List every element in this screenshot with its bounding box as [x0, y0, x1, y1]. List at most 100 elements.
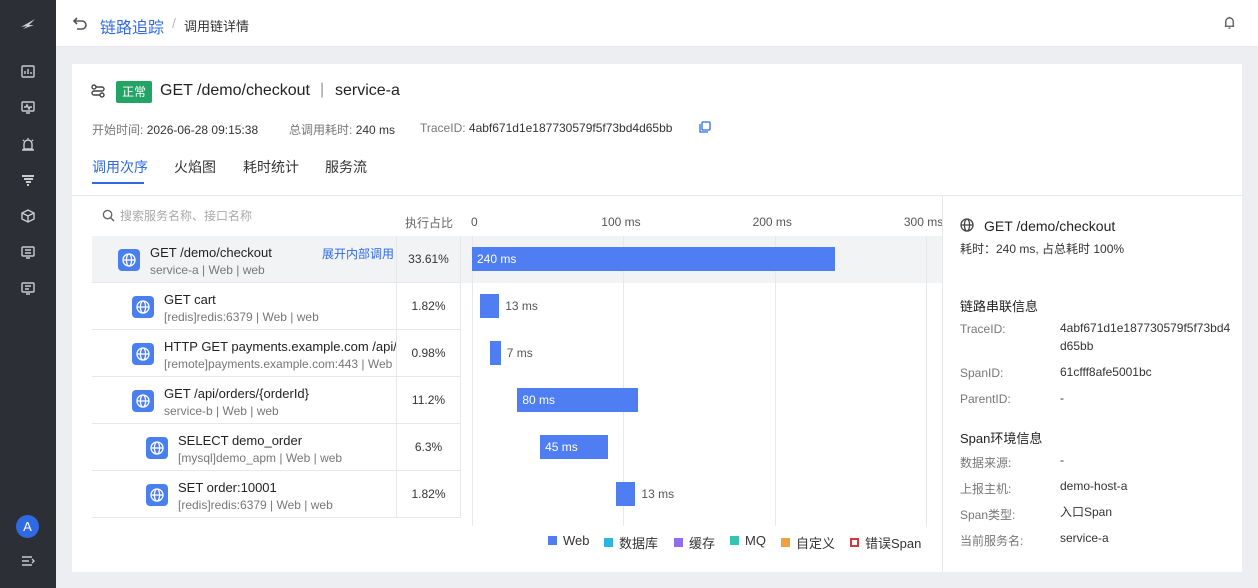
span-duration-label: 13 ms: [641, 487, 675, 501]
web-span-icon: [146, 484, 168, 506]
tab-service-flow[interactable]: 服务流: [325, 157, 367, 177]
span-ratio: 6.3%: [397, 424, 461, 470]
table-row[interactable]: SET order:10001 [redis]redis:6379 | Web |…: [92, 471, 461, 518]
topbar: 链路追踪 / 调用链详情: [56, 0, 1258, 47]
table-row[interactable]: GET /api/orders/{orderId} service-b | Web…: [92, 377, 461, 424]
span-meta: service-a | Web | web: [150, 263, 265, 277]
span-ratio: 11.2%: [397, 377, 461, 423]
avatar[interactable]: A: [16, 515, 39, 538]
span-duration-bar[interactable]: [479, 294, 500, 318]
span-ratio: 1.82%: [397, 471, 461, 517]
span-meta: [redis]redis:6379 | Web | web: [164, 310, 319, 324]
detail-field-value: service-a: [1060, 531, 1109, 545]
span-meta: [remote]payments.example.com:443 | Web |…: [164, 357, 396, 371]
span-duration-bar[interactable]: [615, 482, 636, 506]
legend-label: 缓存: [689, 536, 716, 551]
detail-section-title: Span环境信息: [960, 431, 1043, 446]
legend-item: 自定义: [781, 533, 835, 552]
detail-field-label: TraceID:: [960, 322, 1006, 336]
start-time: 开始时间: 2026-06-28 09:15:38: [92, 121, 258, 138]
trace-list-icon[interactable]: [18, 170, 38, 190]
breadcrumb-link[interactable]: 链路追踪: [100, 14, 164, 38]
collapse-menu-icon[interactable]: [18, 551, 38, 571]
monitor-icon[interactable]: [18, 97, 38, 117]
cube-icon[interactable]: [18, 206, 38, 226]
detail-field-value: 61cfff8afe5001bc: [1060, 365, 1152, 379]
table-row[interactable]: GET cart [redis]redis:6379 | Web | web 1.8…: [92, 283, 461, 330]
span-name-cell: SET order:10001 [redis]redis:6379 | Web |…: [92, 471, 397, 517]
start-time-label: 开始时间:: [92, 123, 144, 137]
report-icon[interactable]: [18, 278, 38, 298]
status-badge: 正常: [116, 81, 153, 103]
span-ratio: 33.61%: [397, 236, 461, 282]
legend-swatch: [850, 538, 859, 547]
detail-field-value: 4abf671d1e187730579f5f73bd4d65bb: [1060, 321, 1231, 353]
span-duration-bar[interactable]: [472, 247, 836, 271]
legend-swatch: [674, 538, 683, 547]
legend-swatch: [604, 538, 613, 547]
active-tab-indicator: [92, 182, 144, 184]
span-duration-bar[interactable]: [490, 341, 501, 365]
span-name-cell: GET cart [redis]redis:6379 | Web | web: [92, 283, 397, 329]
detail-section-title: 链路串联信息: [960, 299, 1039, 314]
legend-swatch: [548, 536, 557, 545]
breadcrumb-current: 调用链详情: [184, 19, 250, 34]
search-input[interactable]: [120, 206, 390, 226]
trace-icon: [90, 83, 108, 101]
span-name-cell: GET /api/orders/{orderId} service-b | Web…: [92, 377, 397, 423]
detail-field-label: ParentID:: [960, 392, 1011, 406]
breadcrumb-separator: /: [172, 15, 176, 31]
legend-label: 数据库: [619, 536, 659, 551]
timeline-gridline: [774, 236, 776, 526]
timeline-tick-label: 300 ms: [903, 215, 944, 229]
legend-label: Web: [563, 533, 590, 548]
timeline-tick-label: 200 ms: [752, 215, 792, 229]
span-timeline: 0 100 ms 200 ms 300 ms 240 ms 13 ms 7 ms 80 ms 4…: [461, 196, 944, 528]
web-span-icon: [118, 249, 140, 271]
notification-bell-icon[interactable]: [1222, 15, 1240, 33]
expand-internal-calls-link[interactable]: 展开内部调用: [322, 245, 394, 262]
detail-field-label: 数据来源:: [960, 456, 1012, 470]
web-span-icon: [132, 296, 154, 318]
dashboard-icon[interactable]: [18, 61, 38, 81]
detail-field-value: 入口Span: [1060, 505, 1113, 519]
span-name-cell: SELECT demo_order [mysql]demo_apm | Web |…: [92, 424, 397, 470]
timeline-tick-label: 0: [471, 215, 478, 229]
copy-icon[interactable]: [699, 121, 713, 135]
back-icon[interactable]: [72, 15, 90, 33]
legend-label: MQ: [745, 533, 766, 548]
table-row[interactable]: SELECT demo_order [mysql]demo_apm | Web |…: [92, 424, 461, 471]
timeline-tick-label: 100 ms: [601, 215, 641, 229]
table-row[interactable]: HTTP GET payments.example.com /api/ [remo…: [92, 330, 461, 377]
service-name: service-a: [335, 82, 400, 99]
span-name-cell: HTTP GET payments.example.com /api/ [remo…: [92, 330, 397, 376]
start-time-value: 2026-06-28 09:15:38: [146, 123, 259, 137]
table-row[interactable]: GET /demo/checkout service-a | Web | web 展…: [92, 236, 461, 283]
tab-duration-stats[interactable]: 耗时统计: [243, 157, 299, 177]
detail-field-label: Span类型:: [960, 508, 1016, 522]
tab-flame-graph[interactable]: 火焰图: [174, 157, 216, 177]
legend-swatch: [781, 538, 790, 547]
tab-call-order[interactable]: 调用次序: [92, 157, 148, 177]
span-name: GET cart: [164, 292, 216, 307]
alert-icon[interactable]: [18, 134, 38, 154]
legend-item: MQ: [730, 533, 766, 548]
sidebar: A: [0, 0, 56, 588]
detail-field-label: 上报主机:: [960, 482, 1012, 496]
legend-swatch: [730, 536, 739, 545]
web-span-icon: [132, 390, 154, 412]
search-box: [92, 196, 398, 236]
detail-title: GET /demo/checkout: [984, 218, 1116, 234]
span-meta: [redis]redis:6379 | Web | web: [178, 498, 333, 512]
log-icon[interactable]: [18, 242, 38, 262]
title-separator: |: [320, 81, 325, 98]
span-duration-label: 13 ms: [505, 299, 538, 313]
detail-field-value: -: [1060, 391, 1064, 405]
trace-id: TraceID: 4abf671d1e187730579f5f73bd4d65b…: [420, 121, 672, 135]
logo-icon[interactable]: [18, 14, 38, 34]
span-ratio: 1.82%: [397, 283, 461, 329]
span-meta: service-b | Web | web: [164, 404, 279, 418]
detail-field-label: SpanID:: [960, 366, 1004, 380]
detail-summary: 耗时：240 ms, 占总耗时 100%: [960, 242, 1125, 256]
traceid-value: 4abf671d1e187730579f5f73bd4d65bb: [468, 121, 673, 135]
